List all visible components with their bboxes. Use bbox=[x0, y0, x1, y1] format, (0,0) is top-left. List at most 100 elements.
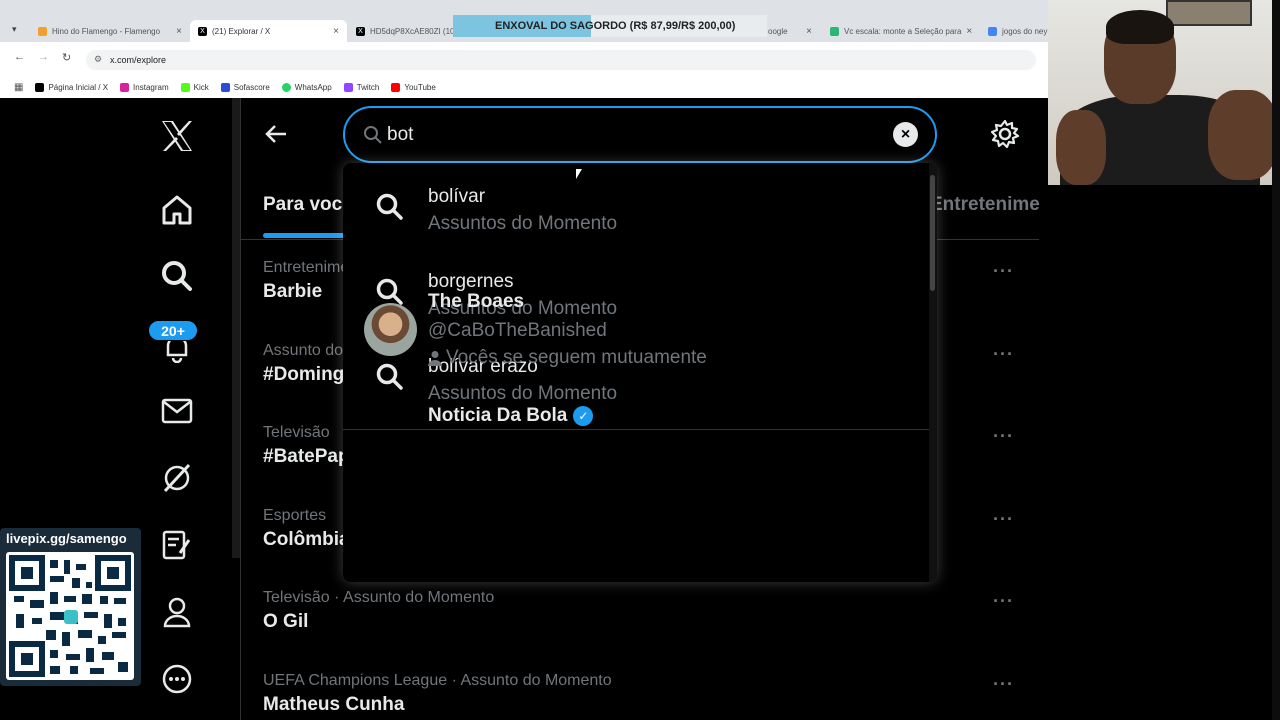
x-favicon-icon: X bbox=[356, 26, 365, 36]
mutual-follow-text: Vocês se seguem mutuamente bbox=[446, 347, 707, 368]
avatar bbox=[364, 303, 417, 356]
flamengo-favicon-icon bbox=[38, 26, 47, 36]
bookmark-label: Página Inicial / X bbox=[48, 82, 109, 92]
bookmark-youtube[interactable]: YouTube bbox=[391, 82, 436, 92]
google-favicon-icon bbox=[988, 26, 997, 36]
bookmark-label: Twitch bbox=[356, 82, 380, 92]
bookmarks-bar: ▦ Página Inicial / X Instagram Kick Sofa… bbox=[0, 76, 1048, 98]
trend-item[interactable]: Esportes Colômbia bbox=[263, 507, 350, 551]
trend-meta: UEFA Champions League · Assunto do Momen… bbox=[263, 672, 612, 689]
trend-item[interactable]: Televisão · Assunto do Momento O Gil bbox=[263, 589, 494, 633]
tab-search-icon[interactable]: ▾ bbox=[12, 24, 17, 35]
close-icon[interactable]: × bbox=[333, 26, 339, 37]
bookmark-kick[interactable]: Kick bbox=[180, 82, 209, 92]
mouse-cursor-icon bbox=[576, 169, 582, 179]
search-input[interactable] bbox=[387, 121, 867, 149]
whatsapp-icon bbox=[281, 82, 291, 92]
search-box[interactable]: × bbox=[343, 106, 937, 163]
close-icon[interactable]: × bbox=[966, 26, 972, 37]
bookmark-twitch[interactable]: Twitch bbox=[343, 82, 380, 92]
bookmark-x[interactable]: Página Inicial / X bbox=[35, 82, 109, 92]
suggestion-title: bolívar bbox=[428, 186, 486, 207]
sidebar-scrollbar[interactable] bbox=[232, 98, 240, 558]
browser-tab[interactable]: Vc escala: monte a Seleção para × bbox=[822, 20, 977, 42]
reload-icon[interactable]: ↻ bbox=[62, 51, 71, 64]
webcam-overlay bbox=[1048, 0, 1280, 185]
browser-tab-label: HD5dqP8XcAE80ZI (100 bbox=[370, 26, 453, 36]
page-scrollbar[interactable] bbox=[1272, 0, 1280, 720]
suggestion-subtitle: Assuntos do Momento bbox=[428, 383, 618, 404]
sofascore-favicon-icon bbox=[830, 26, 839, 36]
verified-badge-icon: ✓ bbox=[573, 406, 594, 426]
bookmark-label: Sofascore bbox=[233, 82, 270, 92]
more-options-icon[interactable] bbox=[157, 659, 197, 699]
tab-for-you[interactable]: Para você bbox=[263, 194, 353, 216]
streamer-arm bbox=[1208, 90, 1278, 180]
trend-more-icon[interactable]: ··· bbox=[993, 261, 1014, 282]
browser-tab-label: jogos do ney bbox=[1002, 26, 1048, 36]
lists-icon[interactable] bbox=[157, 525, 197, 565]
sofascore-icon bbox=[220, 82, 230, 92]
back-arrow-icon[interactable] bbox=[264, 122, 288, 152]
livepix-overlay: livepix.gg/samengo bbox=[0, 528, 141, 686]
home-icon[interactable] bbox=[157, 190, 197, 230]
streamer-arm bbox=[1056, 110, 1106, 185]
notifications-badge: 20+ bbox=[148, 320, 198, 341]
wall-picture bbox=[1166, 0, 1252, 26]
profile-icon[interactable] bbox=[157, 592, 197, 632]
user-name-row: Noticia Da Bola ✓ bbox=[428, 405, 594, 427]
x-icon bbox=[35, 82, 45, 92]
bookmark-whatsapp[interactable]: WhatsApp bbox=[281, 82, 332, 92]
suggestion-item[interactable]: bolívar Assuntos do Momento bbox=[343, 163, 929, 248]
close-icon[interactable]: × bbox=[806, 26, 812, 37]
youtube-icon bbox=[391, 82, 401, 92]
browser-tab[interactable]: X HD5dqP8XcAE80ZI (100 bbox=[348, 20, 453, 42]
trend-name: O Gil bbox=[263, 611, 309, 632]
browser-tab-active[interactable]: X (21) Explorar / X × bbox=[190, 20, 347, 42]
user-handle: @CaBoTheBanished bbox=[428, 320, 607, 341]
explore-search-icon[interactable] bbox=[157, 256, 197, 296]
bookmark-instagram[interactable]: Instagram bbox=[120, 82, 169, 92]
browser-tab-label: Hino do Flamengo - Flamengo bbox=[52, 26, 161, 36]
address-bar-url: x.com/explore bbox=[110, 55, 167, 65]
close-icon[interactable]: × bbox=[176, 26, 182, 37]
grok-icon[interactable] bbox=[157, 458, 197, 498]
trend-meta: Televisão · Assunto do Momento bbox=[263, 589, 495, 606]
browser-tab[interactable]: oogle × bbox=[760, 20, 820, 42]
browser-tab[interactable]: Hino do Flamengo - Flamengo × bbox=[30, 20, 190, 42]
trend-more-icon[interactable]: ··· bbox=[993, 344, 1014, 365]
person-icon bbox=[428, 351, 442, 366]
search-suggestions-dropdown: bolívar Assuntos do Momento borgernes As… bbox=[343, 163, 937, 582]
address-bar[interactable]: ⚙ x.com/explore bbox=[86, 50, 1036, 70]
suggestion-subtitle: Assuntos do Momento bbox=[428, 213, 618, 234]
site-info-icon[interactable]: ⚙ bbox=[94, 54, 102, 65]
trend-more-icon[interactable]: ··· bbox=[993, 591, 1014, 612]
trend-item[interactable]: UEFA Champions League · Assunto do Momen… bbox=[263, 672, 612, 716]
mutual-follow-note: Vocês se seguem mutuamente bbox=[428, 347, 707, 369]
trend-more-icon[interactable]: ··· bbox=[993, 509, 1014, 530]
livepix-url: livepix.gg/samengo bbox=[6, 531, 127, 546]
x-logo-icon[interactable] bbox=[157, 116, 197, 156]
right-panel bbox=[1040, 185, 1280, 720]
back-icon[interactable]: ← bbox=[14, 51, 25, 63]
x-favicon-icon: X bbox=[198, 26, 207, 36]
browser-tab-label: (21) Explorar / X bbox=[212, 26, 271, 36]
bookmark-label: Instagram bbox=[133, 82, 169, 92]
trend-meta: Esportes bbox=[263, 507, 327, 524]
trend-name: Colômbia bbox=[263, 529, 350, 550]
screen: ▾ Hino do Flamengo - Flamengo × X (21) E… bbox=[0, 0, 1280, 720]
trend-more-icon[interactable]: ··· bbox=[993, 426, 1014, 447]
donation-progress-banner: ENXOVAL DO SAGORDO (R$ 87,99/R$ 200,00) bbox=[453, 15, 767, 37]
trend-more-icon[interactable]: ··· bbox=[993, 674, 1014, 695]
instagram-icon bbox=[120, 82, 130, 92]
bookmark-sofascore[interactable]: Sofascore bbox=[220, 82, 270, 92]
settings-gear-icon[interactable] bbox=[990, 119, 1020, 154]
search-icon bbox=[363, 125, 383, 150]
kick-icon bbox=[180, 82, 190, 92]
dropdown-scrollbar-thumb[interactable] bbox=[930, 175, 935, 291]
forward-icon[interactable]: → bbox=[38, 51, 49, 63]
messages-envelope-icon[interactable] bbox=[157, 391, 197, 431]
clear-search-button[interactable]: × bbox=[893, 122, 918, 147]
browser-tab[interactable]: jogos do ney bbox=[980, 20, 1048, 42]
apps-grid-icon[interactable]: ▦ bbox=[14, 82, 23, 93]
